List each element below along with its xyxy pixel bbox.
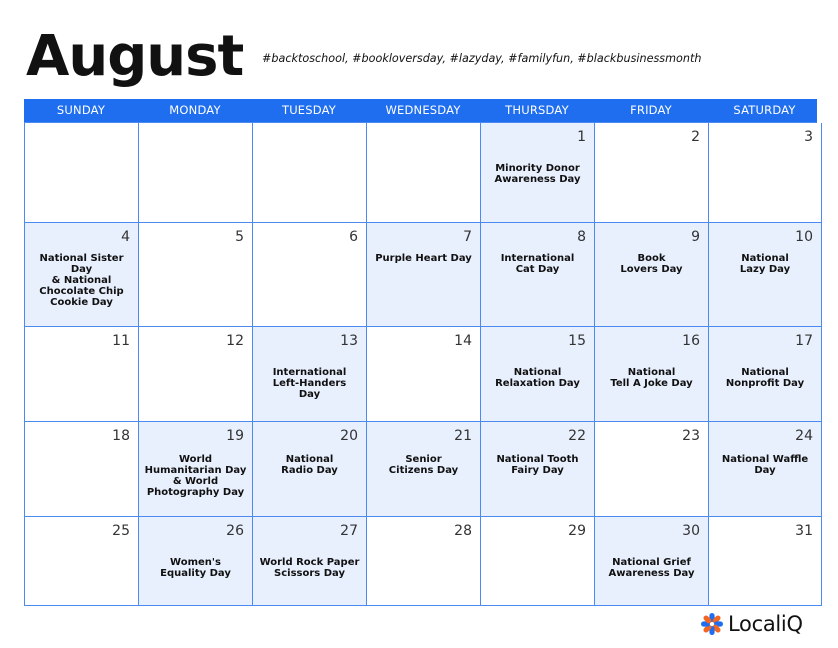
day-number: 20 xyxy=(340,428,358,444)
day-cell-27: 27 World Rock Paper Scissors Day xyxy=(253,517,367,606)
holiday-label: World Humanitarian Day & World Photograp… xyxy=(144,454,247,498)
day-number: 12 xyxy=(226,333,244,349)
day-cell-18: 18 xyxy=(25,422,139,517)
day-cell-23: 23 xyxy=(595,422,709,517)
day-number: 1 xyxy=(577,129,586,145)
day-number: 30 xyxy=(682,523,700,539)
calendar-grid: 1 Minority Donor Awareness Day 2 3 4 National… xyxy=(24,122,822,606)
day-number: 26 xyxy=(226,523,244,539)
weekday-sunday: SUNDAY xyxy=(56,103,106,117)
day-number: 18 xyxy=(112,428,130,444)
day-cell-28: 28 xyxy=(367,517,481,606)
day-number: 31 xyxy=(795,523,813,539)
empty-day-cell-wednesday xyxy=(367,123,481,223)
day-number: 3 xyxy=(804,129,813,145)
weekday-saturday: SATURDAY xyxy=(733,103,796,117)
holiday-label: International Left-Handers Day xyxy=(272,367,347,400)
day-cell-17: 17 National Nonprofit Day xyxy=(709,327,822,422)
day-number: 11 xyxy=(112,333,130,349)
day-cell-13: 13 International Left-Handers Day xyxy=(253,327,367,422)
weekday-thursday: THURSDAY xyxy=(505,103,569,117)
empty-day-cell-sunday xyxy=(25,123,139,223)
calendar: SUNDAY MONDAY TUESDAY WEDNESDAY THURSDAY… xyxy=(24,99,822,606)
day-cell-20: 20 National Radio Day xyxy=(253,422,367,517)
holiday-label: National Lazy Day xyxy=(739,253,791,275)
weekday-tuesday: TUESDAY xyxy=(281,103,337,117)
holiday-label: National Nonprofit Day xyxy=(725,367,805,389)
day-cell-16: 16 National Tell A Joke Day xyxy=(595,327,709,422)
holiday-label: National Tooth Fairy Day xyxy=(496,454,579,476)
holiday-label: World Rock Paper Scissors Day xyxy=(259,557,360,579)
empty-day-cell-tuesday xyxy=(253,123,367,223)
day-number: 13 xyxy=(340,333,358,349)
weekday-monday: MONDAY xyxy=(169,103,221,117)
holiday-label: Minority Donor Awareness Day xyxy=(494,163,581,185)
day-number: 22 xyxy=(568,428,586,444)
holiday-label: Senior Citizens Day xyxy=(388,454,459,476)
day-cell-5: 5 xyxy=(139,223,253,327)
empty-day-cell-monday xyxy=(139,123,253,223)
day-cell-9: 9 Book Lovers Day xyxy=(595,223,709,327)
localiq-logo: LocaliQ xyxy=(700,612,803,636)
day-cell-11: 11 xyxy=(25,327,139,422)
day-cell-10: 10 National Lazy Day xyxy=(709,223,822,327)
day-number: 28 xyxy=(454,523,472,539)
holiday-label: National Waffle Day xyxy=(721,454,809,476)
day-number: 9 xyxy=(691,229,700,245)
day-cell-26: 26 Women's Equality Day xyxy=(139,517,253,606)
day-cell-3: 3 xyxy=(709,123,822,223)
day-number: 19 xyxy=(226,428,244,444)
day-number: 21 xyxy=(454,428,472,444)
day-cell-30: 30 National Grief Awareness Day xyxy=(595,517,709,606)
holiday-label: Book Lovers Day xyxy=(620,253,683,275)
day-cell-6: 6 xyxy=(253,223,367,327)
day-cell-25: 25 xyxy=(25,517,139,606)
holiday-label: Purple Heart Day xyxy=(375,253,472,264)
holiday-label: National Radio Day xyxy=(281,454,338,476)
day-cell-15: 15 National Relaxation Day xyxy=(481,327,595,422)
day-number: 8 xyxy=(577,229,586,245)
day-cell-12: 12 xyxy=(139,327,253,422)
day-number: 15 xyxy=(568,333,586,349)
weekday-wednesday: WEDNESDAY xyxy=(385,103,461,117)
day-cell-14: 14 xyxy=(367,327,481,422)
month-title: August xyxy=(26,24,244,89)
holiday-label: International Cat Day xyxy=(500,253,575,275)
day-number: 4 xyxy=(121,229,130,245)
weekday-header: SUNDAY MONDAY TUESDAY WEDNESDAY THURSDAY… xyxy=(24,99,817,122)
day-cell-29: 29 xyxy=(481,517,595,606)
day-cell-24: 24 National Waffle Day xyxy=(709,422,822,517)
day-number: 7 xyxy=(463,229,472,245)
day-number: 29 xyxy=(568,523,586,539)
day-number: 2 xyxy=(691,129,700,145)
day-number: 6 xyxy=(349,229,358,245)
holiday-label: National Sister Day & National Chocolate… xyxy=(39,253,124,308)
day-cell-4: 4 National Sister Day & National Chocolat… xyxy=(25,223,139,327)
day-number: 27 xyxy=(340,523,358,539)
holiday-label: Women's Equality Day xyxy=(160,557,231,579)
day-number: 16 xyxy=(682,333,700,349)
day-cell-7: 7 Purple Heart Day xyxy=(367,223,481,327)
holiday-label: National Relaxation Day xyxy=(495,367,580,389)
weekday-friday: FRIDAY xyxy=(630,103,672,117)
day-cell-1: 1 Minority Donor Awareness Day xyxy=(481,123,595,223)
holiday-label: National Tell A Joke Day xyxy=(610,367,693,389)
day-cell-8: 8 International Cat Day xyxy=(481,223,595,327)
localiq-flower-icon xyxy=(701,613,723,635)
day-number: 24 xyxy=(795,428,813,444)
day-number: 14 xyxy=(454,333,472,349)
day-cell-2: 2 xyxy=(595,123,709,223)
holiday-label: National Grief Awareness Day xyxy=(608,557,695,579)
day-number: 25 xyxy=(112,523,130,539)
day-number: 23 xyxy=(682,428,700,444)
day-cell-21: 21 Senior Citizens Day xyxy=(367,422,481,517)
day-number: 10 xyxy=(795,229,813,245)
day-number: 17 xyxy=(795,333,813,349)
day-cell-31: 31 xyxy=(709,517,822,606)
day-cell-19: 19 World Humanitarian Day & World Photogr… xyxy=(139,422,253,517)
logo-text: LocaliQ xyxy=(728,612,803,636)
hashtags-text: #backtoschool, #bookloversday, #lazyday,… xyxy=(262,52,702,65)
day-number: 5 xyxy=(235,229,244,245)
day-cell-22: 22 National Tooth Fairy Day xyxy=(481,422,595,517)
